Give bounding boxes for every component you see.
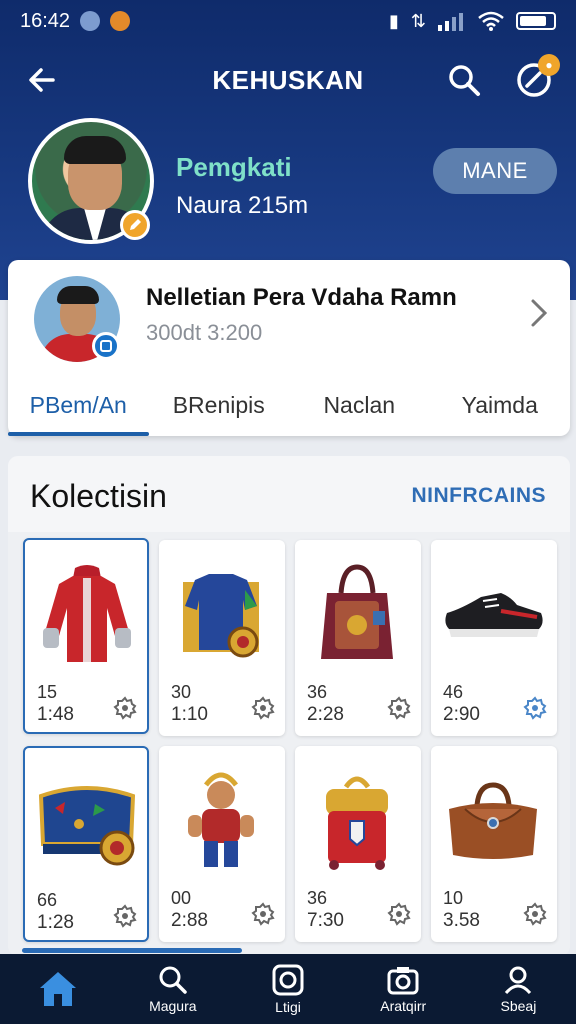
nav-disc[interactable]: Ltigi [230,954,345,1024]
collection-header: Kolectisin NINFRCAINS [8,456,570,532]
item-time: 1:48 [37,704,74,725]
red-jersey-icon [35,554,139,674]
blue-jersey-icon [169,554,273,674]
item-count: 15 [37,682,58,702]
back-arrow-icon [29,68,55,92]
verified-icon [92,332,120,360]
search-icon [159,966,187,994]
notification-button[interactable]: ● [514,54,560,100]
collection-item[interactable]: 36 7:30 [295,746,421,942]
nav-camera[interactable]: Aratqirr [346,954,461,1024]
item-count: 36 [307,682,328,702]
featured-card[interactable]: Nelletian Pera Vdaha Ramn 300dt 3:200 PB… [8,260,570,436]
back-button[interactable] [22,60,62,100]
home-icon [39,972,76,1006]
pencil-icon [130,219,141,230]
item-count: 46 [443,682,464,702]
collection-section: Kolectisin NINFRCAINS 15 1:48 30 1:10 36… [8,456,570,956]
bottom-navigation: Magura Ltigi Aratqirr Sbeaj [0,954,576,1024]
gear-icon[interactable] [523,902,547,926]
status-time: 16:42 [20,9,71,32]
nav-label: Ltigi [275,998,301,1015]
collection-item[interactable]: 36 2:28 [295,540,421,736]
tab-naclan[interactable]: Naclan [289,374,430,436]
scroll-indicator [22,948,242,953]
battery-icon [516,12,556,30]
collection-title: Kolectisin [30,478,167,514]
collection-item[interactable]: 46 2:90 [431,540,557,736]
collection-item[interactable]: 30 1:10 [159,540,285,736]
gear-icon[interactable] [113,696,137,720]
nav-label: Sbeaj [500,997,537,1014]
backpack-icon [305,760,409,880]
data-icon: ⇅ [410,10,426,31]
item-time: 7:30 [307,910,344,931]
profile-name: Pemgkati [176,152,292,182]
tab-bar: PBem/An BRenipis Naclan Yaimda [8,374,570,436]
item-time: 3.58 [443,910,480,931]
nav-home[interactable] [0,954,115,1024]
gear-icon[interactable] [113,904,137,928]
item-time: 2:90 [443,704,480,725]
item-time: 1:28 [37,912,74,933]
gear-icon[interactable] [523,696,547,720]
leather-bag-icon [441,760,545,880]
collection-see-all-link[interactable]: NINFRCAINS [412,484,547,508]
tab-pbeman[interactable]: PBem/An [8,374,149,436]
gear-icon[interactable] [251,902,275,926]
tab-brenipis[interactable]: BRenipis [149,374,290,436]
item-time: 1:10 [171,704,208,725]
gear-icon[interactable] [387,902,411,926]
signal-icon [438,13,463,31]
disc-icon [272,964,304,995]
collection-item[interactable]: 66 1:28 [23,746,149,942]
gear-icon[interactable] [387,696,411,720]
nfc-icon: ▮ [389,10,399,31]
notification-badge: ● [538,54,560,76]
camera-icon [387,966,419,994]
orange-dot-icon [110,11,131,31]
status-bar: 16:42 ▮ ⇅ [0,0,576,42]
profile-subtitle: Naura 215m [176,192,309,219]
nav-profile[interactable]: Sbeaj [461,954,576,1024]
profile-section: Pemgkati Naura 215m MANE [28,118,557,248]
tab-yaimda[interactable]: Yaimda [430,374,571,436]
nav-label: Aratqirr [380,997,427,1014]
item-count: 10 [443,888,464,908]
collection-item[interactable]: 15 1:48 [23,538,149,734]
gear-icon[interactable] [251,696,275,720]
treasure-case-icon [35,762,139,882]
item-count: 36 [307,888,328,908]
item-time: 2:88 [171,910,208,931]
app-bar: KEHUSKAN ● [0,50,576,110]
item-count: 30 [171,682,192,702]
item-count: 00 [171,888,192,908]
wifi-icon [478,11,504,31]
profile-icon [505,966,532,994]
nav-label: Magura [149,997,197,1014]
nav-search[interactable]: Magura [115,954,230,1024]
manage-button[interactable]: MANE [433,148,557,194]
sneaker-icon [441,554,545,674]
item-time: 2:28 [307,704,344,725]
edit-avatar-button[interactable] [120,210,150,240]
card-title: Nelletian Pera Vdaha Ramn [146,284,457,311]
handbag-icon [305,554,409,674]
chevron-right-icon[interactable] [530,298,548,328]
collection-item[interactable]: 10 3.58 [431,746,557,942]
collection-item[interactable]: 00 2:88 [159,746,285,942]
card-subtitle: 300dt 3:200 [146,320,263,345]
search-button[interactable] [444,60,484,100]
blue-dot-icon [80,11,101,31]
search-icon [449,65,480,96]
item-count: 66 [37,890,58,910]
figurine-icon [169,760,273,880]
